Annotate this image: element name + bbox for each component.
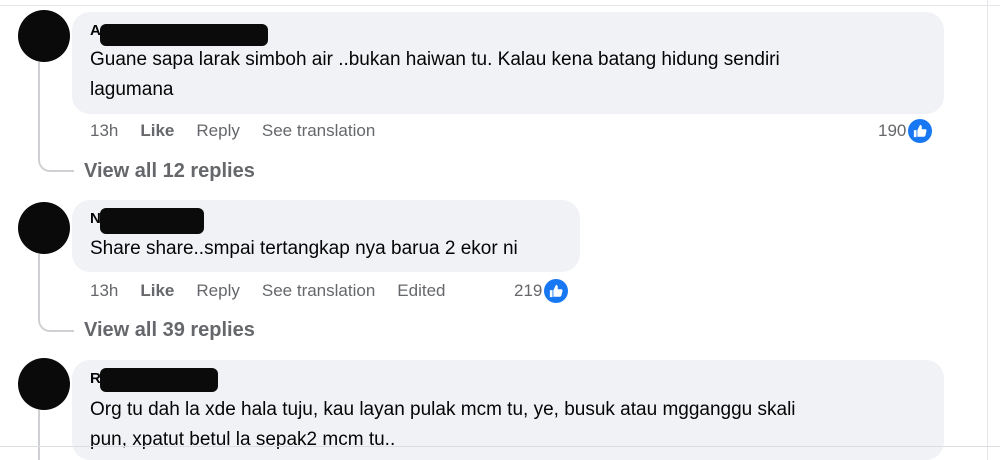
edited-label: Edited — [397, 281, 446, 300]
reply-button[interactable]: Reply — [196, 121, 239, 141]
view-replies-link[interactable]: View all 39 replies — [84, 319, 255, 342]
thread-elbow — [38, 158, 74, 172]
like-button[interactable]: Like — [140, 121, 174, 141]
see-translation-link[interactable]: See translation — [262, 121, 375, 141]
reaction-count[interactable]: 219 — [514, 279, 569, 303]
reaction-number: 190 — [878, 121, 907, 140]
comment-time[interactable]: 13h — [90, 281, 118, 301]
author-redaction — [100, 24, 268, 46]
view-replies-link[interactable]: View all 12 replies — [84, 160, 255, 183]
thread-line — [38, 410, 40, 460]
comment-text: Guane sapa larak simboh air ..bukan haiw… — [90, 49, 780, 100]
thumbs-up-icon — [544, 279, 569, 303]
comment-actions: 13h Like Reply See translation Edited — [90, 281, 467, 301]
thread-line — [38, 62, 40, 158]
right-divider — [987, 0, 988, 460]
comment-bubble: N Share share..smpai tertangkap nya baru… — [72, 200, 580, 272]
top-divider — [0, 5, 1000, 6]
comment-time[interactable]: 13h — [90, 121, 118, 141]
bottom-divider — [0, 446, 1000, 447]
author-redaction — [100, 368, 218, 392]
author-redaction — [100, 208, 204, 234]
comment-actions: 13h Like Reply See translation — [90, 121, 397, 141]
comment-bubble: A Guane sapa larak simboh air ..bukan ha… — [72, 12, 944, 114]
avatar[interactable] — [18, 202, 70, 254]
reply-button[interactable]: Reply — [196, 281, 239, 301]
like-button[interactable]: Like — [140, 281, 174, 301]
see-translation-link[interactable]: See translation — [262, 281, 375, 301]
thumbs-up-icon — [908, 119, 933, 143]
thread-line — [38, 254, 40, 318]
reaction-count[interactable]: 190 — [878, 119, 933, 143]
comment-bubble: R Org tu dah la xde hala tuju, kau layan… — [72, 360, 944, 460]
thread-elbow — [38, 318, 74, 332]
reaction-number: 219 — [514, 281, 543, 300]
avatar[interactable] — [18, 10, 70, 62]
comment-text: Share share..smpai tertangkap nya barua … — [90, 238, 518, 259]
avatar[interactable] — [18, 358, 70, 410]
